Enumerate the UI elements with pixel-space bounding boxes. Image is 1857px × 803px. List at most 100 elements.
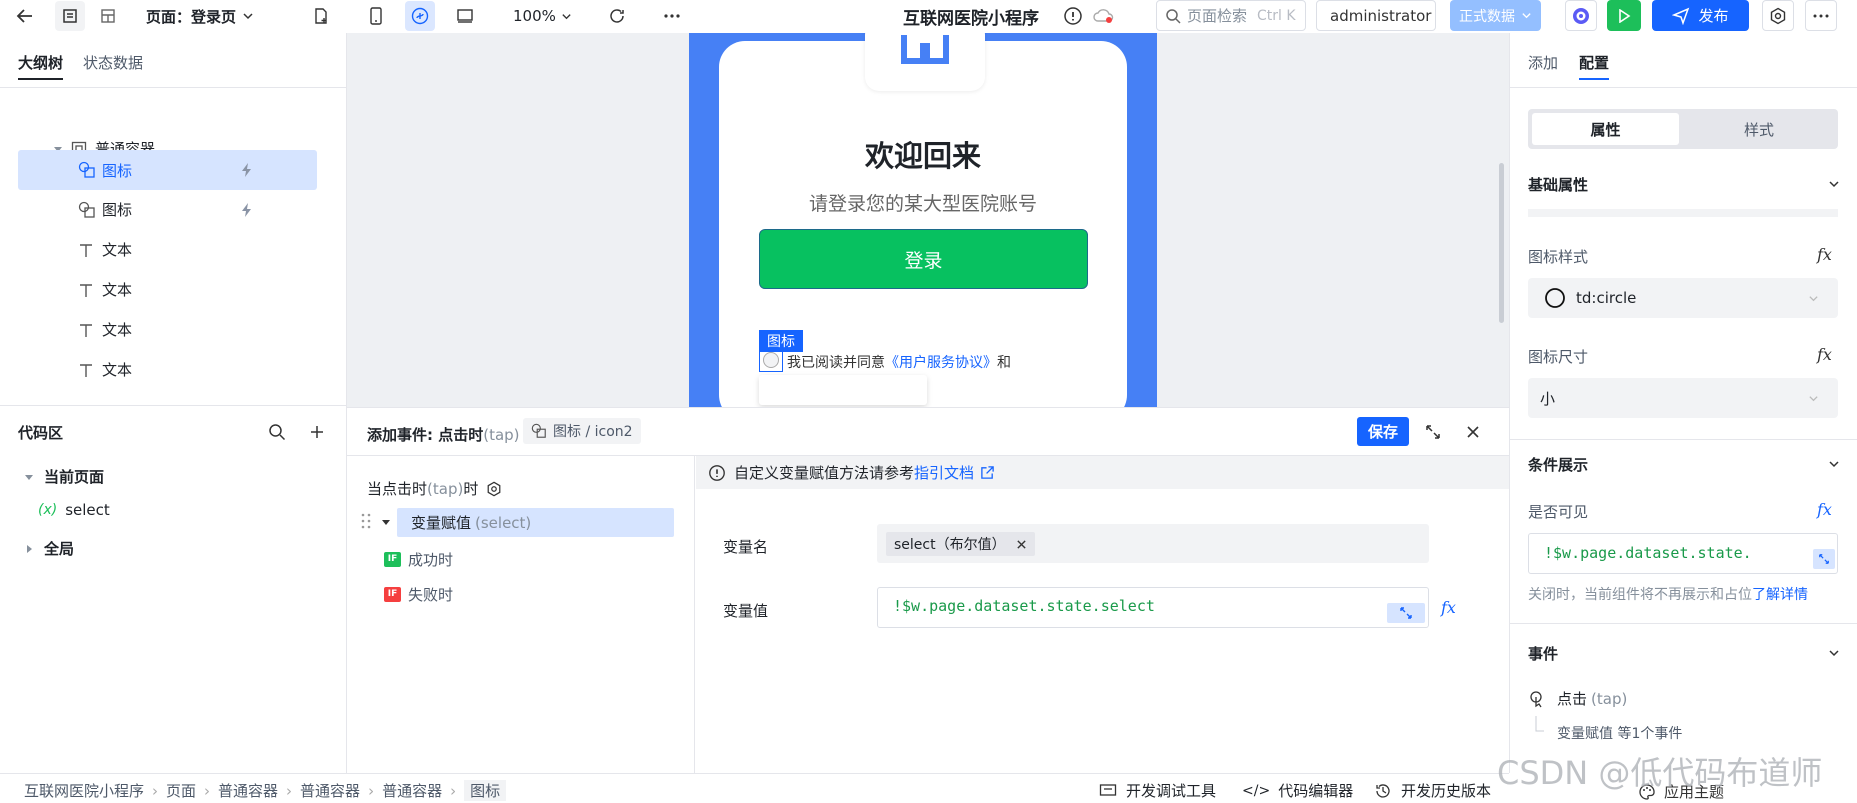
drag-handle-icon[interactable] bbox=[361, 513, 371, 529]
visible-expression-input[interactable]: !$w.page.dataset.state. bbox=[1528, 533, 1838, 574]
section-events[interactable]: 事件 bbox=[1528, 643, 1558, 664]
settings-icon[interactable] bbox=[1762, 0, 1794, 31]
env-label: 正式数据 bbox=[1459, 8, 1515, 25]
add-page-icon[interactable] bbox=[306, 1, 336, 31]
search-icon bbox=[1166, 8, 1181, 24]
selected-icon-frame[interactable] bbox=[759, 348, 783, 372]
fx-icon[interactable]: fx bbox=[1817, 500, 1832, 519]
page-selector[interactable]: 页面：登录页 bbox=[146, 3, 254, 29]
action-node-assign[interactable]: 变量赋值 (select) bbox=[397, 508, 674, 537]
breadcrumb-item[interactable]: 互联网医院小程序 bbox=[24, 780, 144, 801]
breadcrumb-item[interactable]: 普通容器 bbox=[382, 780, 442, 801]
publish-button[interactable]: 发布 bbox=[1652, 0, 1749, 31]
zoom-selector[interactable]: 100% bbox=[513, 3, 572, 29]
var-value-input[interactable]: !$w.page.dataset.state.select bbox=[877, 587, 1429, 628]
close-icon[interactable] bbox=[1016, 539, 1027, 550]
icon-size-select[interactable]: 小 bbox=[1528, 378, 1838, 418]
chevron-down-icon[interactable] bbox=[1828, 458, 1840, 470]
login-button[interactable]: 登录 bbox=[759, 229, 1088, 289]
visible-expression-text: !$w.page.dataset.state. bbox=[1544, 544, 1752, 562]
section-basic-props[interactable]: 基础属性 bbox=[1528, 174, 1588, 195]
event-item-tap[interactable]: 点击 (tap) bbox=[1528, 688, 1627, 709]
more-icon[interactable] bbox=[657, 1, 687, 31]
mobile-preview-icon[interactable] bbox=[361, 1, 391, 31]
refresh-icon[interactable] bbox=[602, 1, 632, 31]
visible-hint: 关闭时，当前组件将不再展示和占位了解详情 bbox=[1528, 584, 1808, 604]
page-search-input[interactable]: 页面检索 Ctrl K bbox=[1156, 0, 1306, 31]
code-editor-button[interactable]: </> 代码编辑器 bbox=[1242, 780, 1353, 801]
var-value-text: !$w.page.dataset.state.select bbox=[893, 597, 1155, 615]
info-icon[interactable] bbox=[1061, 4, 1085, 28]
expand-icon[interactable] bbox=[1424, 423, 1442, 441]
ai-assistant-icon[interactable] bbox=[1565, 0, 1597, 31]
action-config-pane: 自定义变量赋值方法请参考 指引文档 变量名 select（布尔值） 变量值 !$w… bbox=[696, 456, 1509, 774]
search-icon[interactable] bbox=[268, 423, 286, 441]
canvas-scrollbar[interactable] bbox=[1499, 163, 1504, 323]
caret-down-icon[interactable] bbox=[381, 517, 391, 527]
tree-node-label: 文本 bbox=[102, 241, 133, 259]
event-bolt-icon[interactable] bbox=[240, 162, 254, 178]
action-sub: (select) bbox=[475, 513, 532, 532]
expand-editor-icon[interactable] bbox=[1387, 603, 1425, 623]
fail-branch[interactable]: IF 失败时 bbox=[384, 584, 453, 605]
breadcrumb-item[interactable]: 普通容器 bbox=[300, 780, 360, 801]
seg-properties[interactable]: 属性 bbox=[1532, 113, 1679, 145]
breadcrumb-item[interactable]: 页面 bbox=[166, 780, 196, 801]
if-badge: IF bbox=[384, 552, 401, 567]
dev-tools-button[interactable]: 开发调试工具 bbox=[1099, 780, 1216, 801]
var-name-select[interactable]: select（布尔值） bbox=[877, 524, 1429, 563]
success-branch[interactable]: IF 成功时 bbox=[384, 549, 453, 570]
env-selector[interactable]: 正式数据 bbox=[1450, 0, 1541, 31]
outline-view-icon[interactable] bbox=[55, 1, 85, 31]
settings-icon[interactable] bbox=[486, 481, 502, 497]
expand-editor-icon[interactable] bbox=[1813, 549, 1835, 569]
tree-node-label: 图标 bbox=[102, 201, 133, 219]
tree-node-text[interactable]: 文本 bbox=[18, 310, 317, 349]
tree-node-label: 图标 bbox=[102, 161, 133, 180]
breadcrumb-item[interactable]: 普通容器 bbox=[218, 780, 278, 801]
desktop-preview-icon[interactable] bbox=[450, 1, 480, 31]
code-current-page[interactable]: 当前页面 bbox=[24, 466, 104, 487]
fx-icon[interactable]: fx bbox=[1817, 345, 1832, 364]
tree-node-text[interactable]: 文本 bbox=[18, 230, 317, 269]
event-bolt-icon[interactable] bbox=[240, 202, 254, 218]
external-link-icon[interactable] bbox=[980, 465, 995, 480]
tap-gesture-icon bbox=[1530, 690, 1542, 707]
miniprogram-preview-icon[interactable] bbox=[405, 1, 435, 31]
tab-outline[interactable]: 大纲树 bbox=[18, 52, 64, 80]
tab-state-data[interactable]: 状态数据 bbox=[83, 52, 143, 73]
back-arrow-icon[interactable] bbox=[10, 1, 40, 31]
event-target-tag: 图标 / icon2 bbox=[523, 418, 641, 444]
run-button[interactable] bbox=[1607, 0, 1641, 31]
chevron-down-icon[interactable] bbox=[1828, 647, 1840, 659]
tree-node-text[interactable]: 文本 bbox=[18, 350, 317, 389]
save-button[interactable]: 保存 bbox=[1357, 417, 1409, 446]
close-icon[interactable] bbox=[1465, 424, 1481, 440]
code-var-select[interactable]: (x) select bbox=[38, 501, 110, 519]
layout-view-icon[interactable] bbox=[93, 1, 123, 31]
user-menu[interactable]: administrator bbox=[1316, 0, 1436, 31]
history-button[interactable]: 开发历史版本 bbox=[1374, 780, 1491, 801]
code-global[interactable]: 全局 bbox=[24, 538, 74, 559]
notice-bar: 自定义变量赋值方法请参考 指引文档 bbox=[696, 456, 1509, 489]
tree-node-text[interactable]: 文本 bbox=[18, 270, 317, 309]
icon-style-select[interactable]: td:circle bbox=[1528, 278, 1838, 318]
cloud-sync-icon[interactable] bbox=[1092, 4, 1116, 28]
tree-node-icon[interactable]: 图标 bbox=[18, 190, 317, 229]
chevron-down-icon[interactable] bbox=[1828, 178, 1840, 190]
seg-style[interactable]: 样式 bbox=[1684, 113, 1834, 145]
fx-icon[interactable]: fx bbox=[1441, 598, 1456, 617]
tree-node-icon-selected[interactable]: 图标 bbox=[18, 150, 317, 190]
fx-icon[interactable]: fx bbox=[1817, 245, 1832, 264]
hint-link[interactable]: 了解详情 bbox=[1752, 587, 1808, 603]
plus-icon[interactable] bbox=[308, 423, 326, 441]
code-editor-label: 代码编辑器 bbox=[1278, 782, 1354, 800]
tab-config[interactable]: 配置 bbox=[1579, 52, 1610, 80]
tab-add[interactable]: 添加 bbox=[1528, 52, 1558, 73]
section-condition[interactable]: 条件展示 bbox=[1528, 454, 1588, 475]
divider bbox=[1510, 623, 1857, 624]
agreement-link[interactable]: 《用户服务协议》 bbox=[885, 355, 997, 371]
more-menu-icon[interactable] bbox=[1805, 0, 1837, 31]
breadcrumb-item-current[interactable]: 图标 bbox=[464, 780, 507, 801]
notice-link[interactable]: 指引文档 bbox=[914, 462, 974, 483]
